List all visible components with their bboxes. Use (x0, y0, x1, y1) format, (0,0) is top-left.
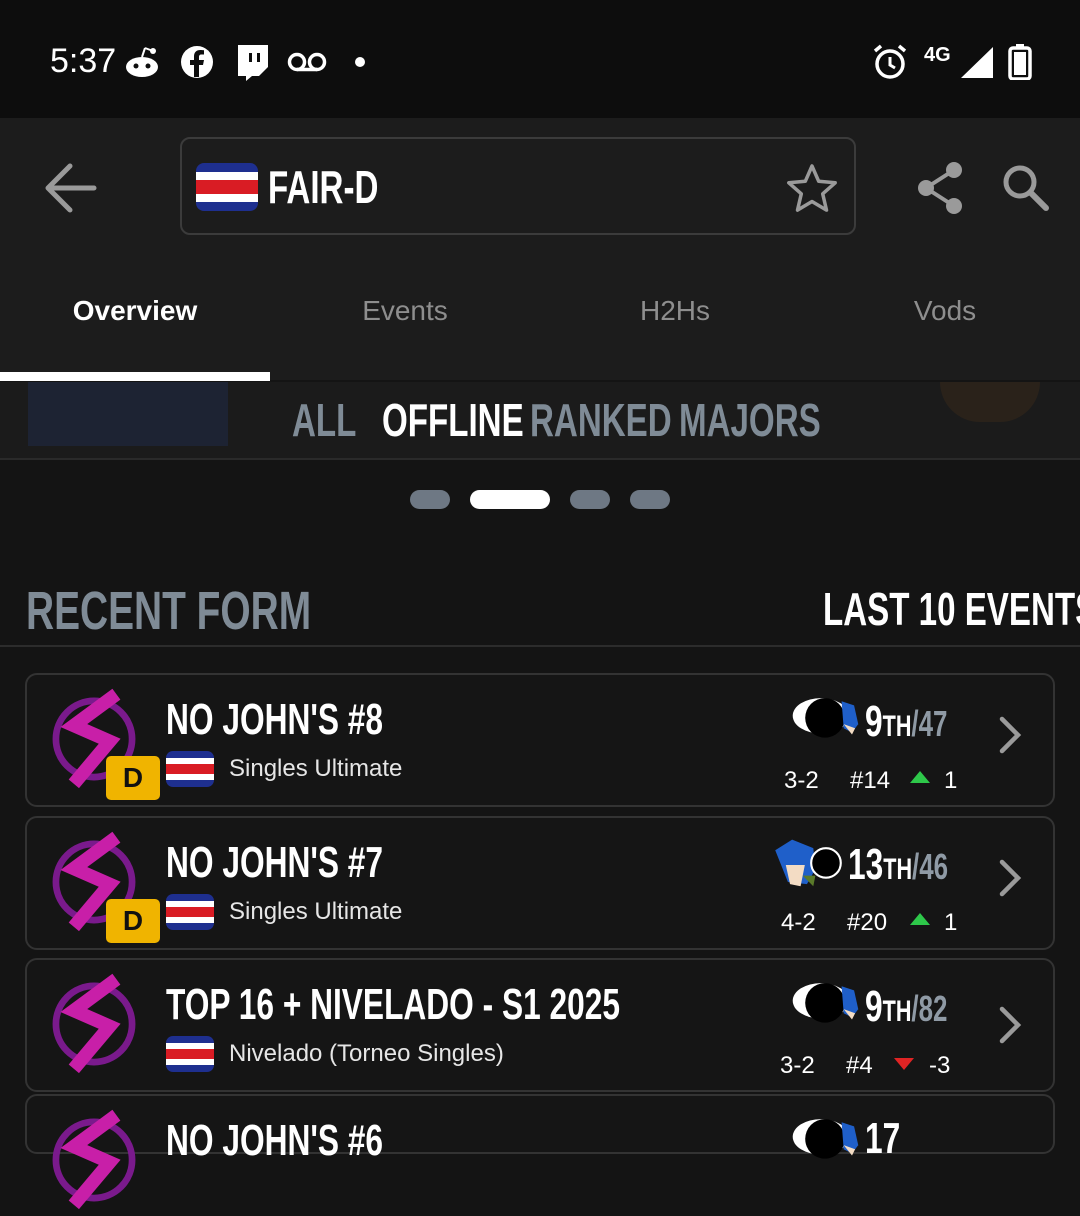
filter-offline[interactable]: OFFLINE (382, 393, 524, 447)
tab-events[interactable]: Events (270, 295, 540, 327)
pager-dot-active[interactable] (470, 490, 550, 509)
tier-badge: D (106, 899, 160, 943)
share-icon[interactable] (914, 160, 966, 216)
seed: #20 (847, 909, 888, 936)
event-title: TOP 16 + NIVELADO - S1 2025 (166, 980, 620, 1029)
pager-dot[interactable] (410, 490, 450, 509)
star-icon[interactable] (786, 163, 838, 213)
player-name: FAIR-D (268, 161, 379, 213)
trend-up-icon (910, 913, 930, 925)
character-icon (789, 695, 863, 747)
facebook-icon (178, 40, 216, 84)
filter-majors[interactable]: MAJORS (679, 393, 821, 447)
twitch-icon (232, 40, 272, 84)
status-bar (0, 0, 1080, 118)
signal-icon (958, 40, 996, 84)
divider (0, 645, 1080, 647)
set-record: 3-2 (784, 767, 819, 794)
tab-vods[interactable]: Vods (810, 295, 1080, 327)
event-card[interactable]: NO JOHN'S #6 17 (25, 1094, 1055, 1154)
status-time: 5:37 (50, 42, 117, 80)
battery-icon (1006, 40, 1034, 84)
seed: #14 (850, 767, 891, 794)
reddit-icon (122, 40, 162, 84)
voicemail-icon (286, 40, 328, 84)
placement: 9TH/47 (865, 697, 948, 746)
filter-ranked[interactable]: RANKED (530, 393, 672, 447)
event-subtitle: Singles Ultimate (229, 898, 403, 925)
rank-delta: 1 (944, 767, 958, 794)
back-arrow-icon[interactable] (40, 160, 100, 216)
filter-all[interactable]: ALL (292, 393, 356, 447)
set-record: 4-2 (781, 909, 816, 936)
event-title: NO JOHN'S #6 (166, 1116, 384, 1165)
trend-down-icon (894, 1058, 914, 1070)
tier-badge: D (106, 756, 160, 800)
recent-form-subtitle[interactable]: LAST 10 EVENTS (823, 582, 1080, 636)
event-title: NO JOHN'S #8 (166, 695, 384, 744)
placement: 13TH/46 (848, 840, 949, 889)
rank-delta: 1 (944, 909, 958, 936)
tab-overview[interactable]: Overview (0, 295, 270, 327)
flag-icon (166, 1036, 214, 1072)
character-icon (789, 1116, 863, 1168)
pager-dot[interactable] (630, 490, 670, 509)
rank-delta: -3 (929, 1052, 951, 1079)
chevron-right-icon[interactable] (997, 1005, 1023, 1050)
event-subtitle: Singles Ultimate (229, 755, 403, 782)
search-icon[interactable] (1000, 162, 1052, 214)
event-card[interactable]: D NO JOHN'S #8 Singles Ultimate 9TH/47 3… (25, 673, 1055, 807)
event-card[interactable]: TOP 16 + NIVELADO - S1 2025 Nivelado (To… (25, 958, 1055, 1092)
pager-dot[interactable] (570, 490, 610, 509)
character-icon (771, 836, 845, 892)
event-title: NO JOHN'S #7 (166, 838, 384, 887)
flag-icon (166, 751, 214, 787)
seed: #4 (846, 1052, 873, 1079)
chevron-right-icon[interactable] (997, 715, 1023, 760)
event-card[interactable]: D NO JOHN'S #7 Singles Ultimate 13TH/46 … (25, 816, 1055, 950)
background-art (28, 382, 228, 446)
tournament-logo (49, 968, 139, 1080)
set-record: 3-2 (780, 1052, 815, 1079)
placement: 17 (865, 1114, 901, 1163)
chevron-right-icon[interactable] (997, 858, 1023, 903)
alarm-icon (870, 40, 910, 84)
recent-form-title: RECENT FORM (26, 581, 312, 641)
background-art (940, 382, 1040, 422)
event-subtitle: Nivelado (Torneo Singles) (229, 1040, 504, 1067)
tab-indicator (0, 372, 270, 381)
tournament-logo (49, 1104, 139, 1216)
network-type: 4G (924, 44, 951, 66)
dot-icon (352, 40, 368, 84)
character-icon (789, 980, 863, 1032)
flag-icon (166, 894, 214, 930)
trend-up-icon (910, 771, 930, 783)
placement: 9TH/82 (865, 982, 948, 1031)
tab-h2hs[interactable]: H2Hs (540, 295, 810, 327)
flag-icon (196, 163, 258, 211)
